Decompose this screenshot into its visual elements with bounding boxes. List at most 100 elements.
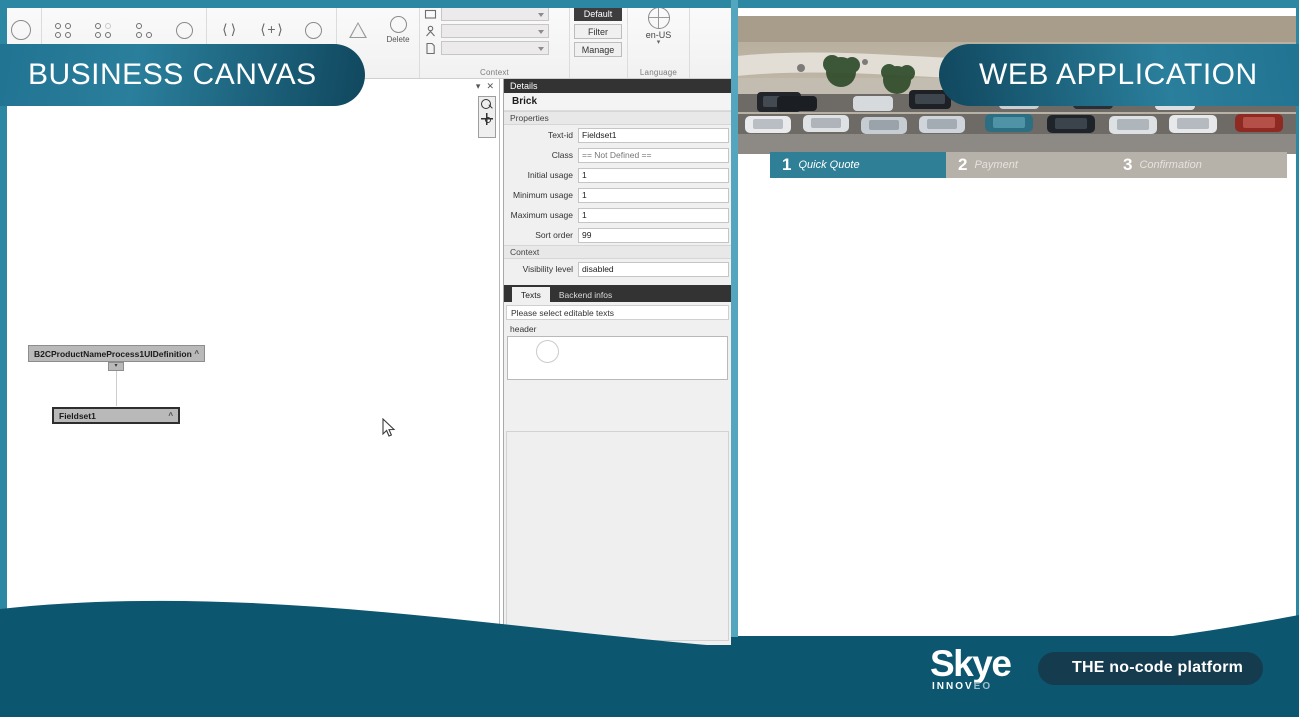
wizard-step-label: Payment <box>974 159 1017 171</box>
frame-edge-divider <box>731 0 738 637</box>
brick-title: Brick <box>504 93 731 111</box>
canvas-node-root[interactable]: B2CProductNameProcess1UIDefinition ^ <box>28 345 205 362</box>
canvas-node-fieldset-label: Fieldset1 <box>59 411 96 421</box>
texts-hint: Please select editable texts <box>506 305 729 320</box>
ghost-circle-icon <box>536 340 559 363</box>
triangle-icon <box>349 22 367 38</box>
frame-edge-top <box>0 0 1299 8</box>
details-tabbar: Texts Backend infos <box>504 285 731 302</box>
language-group-label: Language <box>628 68 689 77</box>
property-value-class[interactable]: == Not Defined == <box>578 148 729 163</box>
business-canvas-panel: ▾ ✕ B2CProductNameProcess1UIDefinition ^… <box>0 79 500 645</box>
chevron-down-icon[interactable]: ▾ <box>657 40 661 46</box>
tab-backend-infos[interactable]: Backend infos <box>550 287 621 302</box>
property-row: Initial usage 1 <box>504 165 731 185</box>
skye-logo-sub-light: EO <box>974 681 992 692</box>
context-screen-select[interactable] <box>441 7 549 21</box>
context-role-select[interactable] <box>441 24 549 38</box>
manage-button[interactable]: Manage <box>574 42 622 57</box>
canvas-zoom-tools <box>478 96 496 138</box>
delete-circle-icon <box>390 16 407 33</box>
property-row: Minimum usage 1 <box>504 185 731 205</box>
pan-icon[interactable] <box>481 113 493 125</box>
property-value-maximum-usage[interactable]: 1 <box>578 208 729 223</box>
slide-root: ⟨⟩ ⟨+⟩ <box>0 0 1299 717</box>
canvas-node-fieldset[interactable]: Fieldset1 ^ <box>52 407 180 424</box>
search-icon[interactable] <box>481 99 493 111</box>
wizard-step-confirmation[interactable]: 3 Confirmation <box>1111 152 1287 178</box>
footer-branding: Skye INNOVEO THE no-code platform <box>930 645 1263 691</box>
canvas-collapse-icon[interactable]: ▾ <box>476 81 481 92</box>
context-row-document <box>424 41 549 55</box>
wizard-step-payment[interactable]: 2 Payment <box>946 152 1111 178</box>
property-value-visibility-level[interactable]: disabled <box>578 262 729 277</box>
ribbon-group-language: en-US ▾ Language <box>628 0 690 78</box>
details-panel: Details Brick Properties Text-id Fieldse… <box>503 79 731 645</box>
delete-button[interactable]: Delete <box>381 7 415 53</box>
property-value-sort-order[interactable]: 99 <box>578 228 729 243</box>
context-document-select[interactable] <box>441 41 549 55</box>
details-empty-area <box>506 431 729 641</box>
property-value-text-id[interactable]: Fieldset1 <box>578 128 729 143</box>
skye-logo: Skye INNOVEO <box>930 645 1052 691</box>
document-icon <box>424 42 437 55</box>
delete-button-label: Delete <box>386 35 409 44</box>
context-row-role <box>424 24 549 38</box>
property-label: Maximum usage <box>504 210 578 220</box>
canvas-node-root-label: B2CProductNameProcess1UIDefinition <box>34 349 192 359</box>
property-label: Initial usage <box>504 170 578 180</box>
ribbon-group-context-buttons: Default Filter Manage <box>570 0 628 78</box>
dot-grid-icon <box>55 23 72 38</box>
tab-texts[interactable]: Texts <box>512 287 550 302</box>
context-section-label: Context <box>504 245 731 259</box>
circle-outline-icon <box>305 22 322 39</box>
property-label: Class <box>504 150 578 160</box>
code-brackets-icon: ⟨⟩ <box>221 22 238 39</box>
property-label: Visibility level <box>504 264 578 274</box>
wizard-step-number: 2 <box>958 155 967 175</box>
dot-grid-sparse-icon <box>136 23 153 38</box>
property-label: Text-id <box>504 130 578 140</box>
context-row-screen <box>424 7 549 21</box>
canvas-connector <box>116 371 117 406</box>
details-panel-header: Details <box>504 79 731 93</box>
chevron-up-icon[interactable]: ^ <box>168 411 173 420</box>
canvas-close-icon[interactable]: ✕ <box>486 81 494 92</box>
circle-outline-icon <box>176 22 193 39</box>
skye-logo-sub: INNOVEO <box>932 681 992 692</box>
code-expand-icon: ⟨+⟩ <box>259 22 284 39</box>
wizard-step-label: Quick Quote <box>798 159 859 171</box>
property-label: Minimum usage <box>504 190 578 200</box>
globe-icon <box>648 7 670 29</box>
property-row: Class == Not Defined == <box>504 145 731 165</box>
property-label: Sort order <box>504 230 578 240</box>
web-application-body <box>737 178 1299 636</box>
properties-section-label: Properties <box>504 111 731 125</box>
tagline-badge: THE no-code platform <box>1038 652 1263 685</box>
property-value-minimum-usage[interactable]: 1 <box>578 188 729 203</box>
chevron-up-icon[interactable]: ^ <box>194 349 199 358</box>
wizard-step-number: 3 <box>1123 155 1132 175</box>
context-group-label: Context <box>420 68 569 77</box>
property-row: Sort order 99 <box>504 225 731 245</box>
property-row: Maximum usage 1 <box>504 205 731 225</box>
screen-icon <box>424 8 437 21</box>
canvas-surface[interactable]: B2CProductNameProcess1UIDefinition ^ ▾ F… <box>0 93 499 645</box>
default-button[interactable]: Default <box>574 6 622 21</box>
dot-grid-partial-icon <box>95 23 112 38</box>
user-role-icon <box>424 25 437 38</box>
texts-subheader: header <box>504 320 731 336</box>
wizard-step-quick-quote[interactable]: 1 Quick Quote <box>770 152 946 178</box>
ribbon-group-context: Context <box>420 0 570 78</box>
filter-button[interactable]: Filter <box>574 24 622 39</box>
property-row: Text-id Fieldset1 <box>504 125 731 145</box>
web-application-banner: WEB APPLICATION <box>939 44 1299 106</box>
canvas-titlebar: ▾ ✕ <box>476 79 499 93</box>
wizard-step-label: Confirmation <box>1139 159 1201 171</box>
canvas-node-collapse-tab[interactable]: ▾ <box>108 362 124 371</box>
texts-editor-box[interactable] <box>507 336 728 380</box>
property-value-initial-usage[interactable]: 1 <box>578 168 729 183</box>
skye-logo-word: Skye <box>930 645 1052 683</box>
property-row: Visibility level disabled <box>504 259 731 279</box>
business-canvas-banner: BUSINESS CANVAS <box>0 44 365 106</box>
